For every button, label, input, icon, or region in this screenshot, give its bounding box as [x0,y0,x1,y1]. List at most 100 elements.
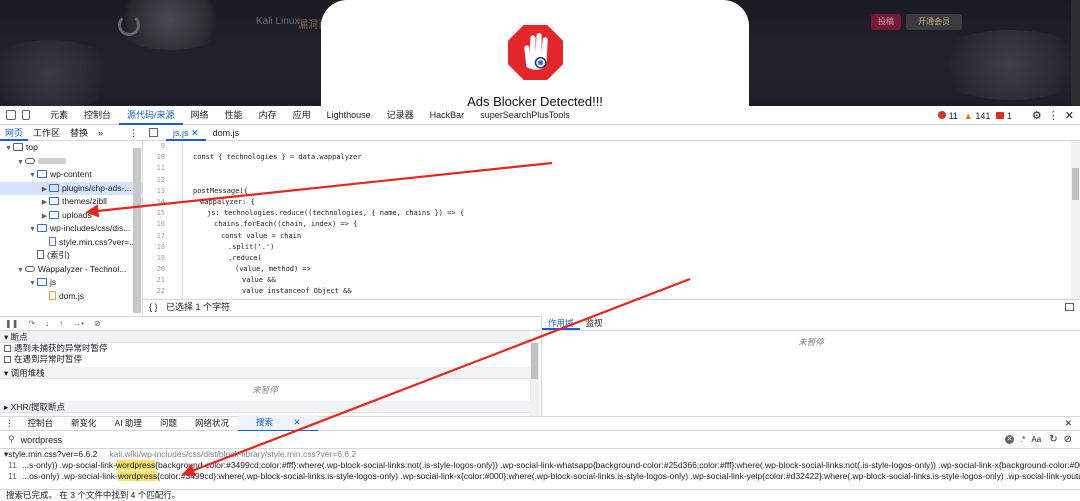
expand-arrow-icon[interactable]: ▼ [28,169,37,183]
tree-item[interactable]: dom.js [0,290,142,304]
tree-scrollbar[interactable] [133,148,141,313]
tab-scope[interactable]: 作用域 [542,316,580,330]
drawer-tab-ai[interactable]: AI 助理 [106,416,151,431]
expand-arrow-icon[interactable]: ▼ [4,142,13,156]
code-line[interactable]: 11 [143,163,1071,175]
expand-arrow-icon[interactable]: ▼ [16,264,25,278]
close-devtools-icon[interactable]: ✕ [1065,109,1074,122]
step-out-icon[interactable]: ↑ [59,319,63,328]
drawer-menu-icon[interactable]: ⋮ [0,416,19,431]
more-options-icon[interactable]: ⋮ [124,125,143,141]
tree-item[interactable]: ▼ [0,155,142,169]
expand-arrow-icon[interactable]: ▼ [28,277,37,291]
braces-icon[interactable]: { } [143,302,164,312]
tree-item[interactable]: style.min.css?ver=... [0,236,142,250]
page-scrollbar[interactable] [1071,0,1080,106]
expand-arrow-icon[interactable]: ▶ [40,183,49,197]
expand-arrow-icon[interactable]: ▶ [40,196,49,210]
line-number[interactable]: 19 [143,253,169,264]
tab-overrides[interactable]: 替换 [65,125,93,141]
code-scrollbar-thumb[interactable] [1072,168,1079,200]
code-line[interactable]: 10 const { technologies } = data.wappalyz… [143,152,1071,164]
warning-count[interactable]: ▲ 141 [964,111,990,121]
expand-arrow-icon[interactable]: ▼ [16,156,25,170]
close-tab-icon[interactable]: ✕ [191,128,199,138]
line-number[interactable]: 10 [143,152,169,163]
drawer-tab-changes[interactable]: 新变化 [62,416,106,431]
clear-results-icon[interactable]: ⊘ [1064,434,1072,445]
line-number[interactable]: 20 [143,264,169,275]
line-number[interactable]: 17 [143,231,169,242]
expand-arrow-icon[interactable]: ▼ [28,223,37,237]
code-line[interactable]: 13 postMessage({ [143,185,1071,197]
tab-supersearch[interactable]: superSearchPlusTools [472,106,578,125]
code-line[interactable]: 19 .reduce( [143,252,1071,265]
code-scrollbar[interactable] [1071,141,1080,299]
site-logo-icon[interactable] [118,14,140,36]
drawer-tab-network-conditions[interactable]: 网络状况 [186,416,238,431]
tree-item[interactable]: ▶ themes/zibll [0,195,142,209]
tree-item[interactable]: ▶ plugins/chp-ads-... [0,181,142,197]
step-over-icon[interactable]: ↷ [28,319,35,328]
clear-search-icon[interactable]: ✕ [1005,435,1015,444]
editor-tab[interactable]: js.js ✕ [166,125,206,141]
search-result-line[interactable]: 11 ...os-only) .wp-social-link-wordpress{… [0,471,1080,482]
drawer-tab-search[interactable]: 搜索 ✕ [237,415,319,432]
settings-gear-icon[interactable]: ⚙ [1032,109,1042,122]
drawer-tab-issues[interactable]: 问题 [151,416,186,431]
tab-watch[interactable]: 监视 [580,316,609,330]
tab-workspace[interactable]: 工作区 [28,125,65,141]
drawer-tab-console[interactable]: 控制台 [19,416,63,431]
tab-lighthouse[interactable]: Lighthouse [319,106,379,125]
deactivate-breakpoints-icon[interactable]: ⊘ [94,319,101,328]
tab-page[interactable]: 网页 [0,125,29,141]
tree-item[interactable]: ▼ wp-includes/css/dis... [0,222,142,236]
tree-item[interactable]: (索引) [0,249,142,263]
step-into-icon[interactable]: ↓ [45,319,49,328]
tab-performance[interactable]: 性能 [217,106,251,125]
line-number[interactable]: 21 [143,275,169,286]
tree-item[interactable]: ▼ wp-content [0,168,142,182]
tree-item[interactable]: ▶ uploads [0,209,142,223]
code-line[interactable]: 22 value instanceof Object && [143,286,1071,298]
tab-console[interactable]: 控制台 [76,106,119,125]
tab-application[interactable]: 应用 [285,106,319,125]
expand-arrow-icon[interactable]: ▶ [40,210,49,224]
issue-count[interactable]: 1 [996,111,1012,121]
tree-item[interactable]: ▼ js [0,276,142,290]
device-toolbar-icon[interactable] [22,110,30,120]
search-input[interactable]: wordpress [21,435,1005,445]
code-line[interactable]: 14 wappalyzer: { [143,196,1071,209]
line-number[interactable]: 13 [143,186,169,197]
pause-uncaught-checkbox[interactable]: 遇到未捕获的异常时暂停 [0,343,530,354]
code-line[interactable]: 9 [143,141,1071,153]
tab-memory[interactable]: 内存 [251,106,285,125]
regex-toggle[interactable]: .* [1020,435,1025,444]
line-number[interactable]: 14 [143,197,169,208]
call-stack-section[interactable]: ▾ 调用堆栈 [0,367,530,379]
code-line[interactable]: 16 chains.forEach((chain, index) => { [143,219,1071,231]
line-number[interactable]: 12 [143,175,169,186]
tree-item[interactable]: ▼ top [0,141,142,155]
code-line[interactable]: 15 js: technologies.reduce((technologies,… [143,208,1071,220]
tab-sources[interactable]: 源代码/来源 [119,106,183,125]
refresh-icon[interactable]: ↻ [1049,434,1057,445]
line-number[interactable]: 18 [143,242,169,253]
error-count[interactable]: 11 [938,110,958,121]
case-toggle[interactable]: Aa [1031,435,1041,444]
result-file-header[interactable]: ▾style.min.css?ver=6.6.2 kali.wiki/wp-inc… [0,449,1080,460]
inspect-element-icon[interactable] [6,110,16,120]
search-result-line[interactable]: 11 ...s-only)) .wp-social-link-wordpress{… [0,460,1080,471]
code-line[interactable]: 12 [143,174,1071,186]
site-name[interactable]: Kali Linux [256,16,299,27]
close-tab-icon[interactable]: ✕ [284,417,309,427]
line-number[interactable]: 16 [143,219,169,230]
code-editor[interactable]: 9 10 const { technologies } = data.wappaly… [143,141,1071,299]
tab-elements[interactable]: 元素 [42,106,76,125]
pause-caught-checkbox[interactable]: 在遇到异常时暂停 [0,354,530,365]
tab-hackbar[interactable]: HackBar [422,106,473,125]
vip-button[interactable]: 开通会员 [906,14,962,30]
pause-icon[interactable]: ❚❚ [5,319,18,328]
step-icon[interactable]: →• [73,319,84,328]
toggle-debugger-icon[interactable] [1065,303,1074,311]
